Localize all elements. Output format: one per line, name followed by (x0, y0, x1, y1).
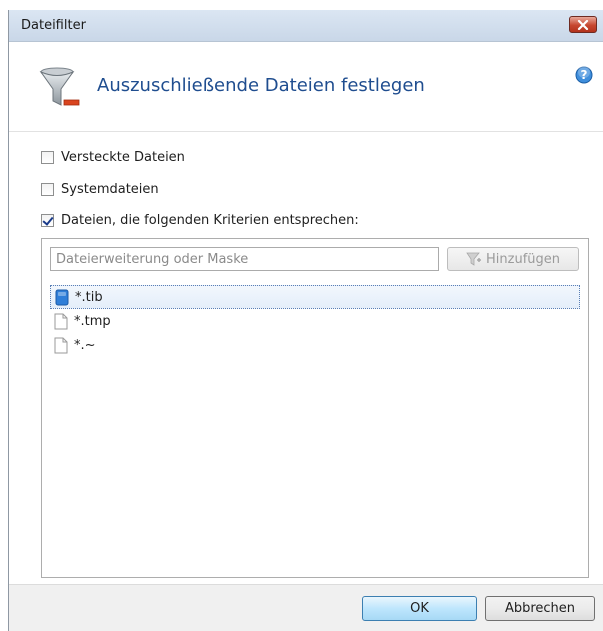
funnel-add-icon (466, 252, 481, 266)
cancel-button[interactable]: Abbrechen (485, 596, 595, 621)
hidden-files-label: Versteckte Dateien (61, 150, 185, 165)
blank-file-icon (54, 313, 68, 330)
option-system-files[interactable]: Systemdateien (41, 182, 159, 197)
list-item[interactable]: *.tmp (50, 309, 580, 333)
window-title: Dateifilter (21, 18, 86, 33)
add-button-label: Hinzufügen (486, 251, 560, 267)
title-bar[interactable]: Dateifilter (9, 10, 603, 42)
option-criteria-files[interactable]: Dateien, die folgenden Kriterien entspre… (41, 213, 359, 228)
list-item-label: *.~ (74, 337, 96, 353)
help-icon[interactable]: ? (575, 66, 593, 88)
svg-text:?: ? (581, 68, 588, 82)
criteria-files-checkbox[interactable] (41, 214, 54, 227)
close-icon (577, 19, 589, 30)
close-button[interactable] (569, 16, 597, 33)
ok-button[interactable]: OK (362, 596, 477, 621)
mask-input[interactable] (50, 247, 439, 271)
list-item-label: *.tib (75, 289, 103, 305)
system-files-label: Systemdateien (61, 182, 159, 197)
list-item[interactable]: *.~ (50, 333, 580, 357)
file-pattern-list: *.tib *.tmp *.~ (42, 285, 588, 357)
criteria-files-label: Dateien, die folgenden Kriterien entspre… (61, 213, 359, 228)
filter-panel: Hinzufügen *.tib *.t (41, 238, 589, 578)
page-title: Auszuschließende Dateien festlegen (97, 75, 425, 96)
option-hidden-files[interactable]: Versteckte Dateien (41, 150, 185, 165)
dialog-header: Auszuschließende Dateien festlegen ? (9, 42, 603, 132)
tib-file-icon (55, 289, 69, 306)
dialog-footer: OK Abbrechen (9, 584, 603, 631)
blank-file-icon (54, 337, 68, 354)
list-item-label: *.tmp (74, 313, 111, 329)
system-files-checkbox[interactable] (41, 183, 54, 196)
dialog-window: Dateifilter Auszuschließende Dateien fes… (8, 10, 603, 631)
hidden-files-checkbox[interactable] (41, 151, 54, 164)
add-button[interactable]: Hinzufügen (447, 247, 579, 271)
funnel-icon (39, 67, 83, 115)
list-item[interactable]: *.tib (50, 285, 580, 309)
